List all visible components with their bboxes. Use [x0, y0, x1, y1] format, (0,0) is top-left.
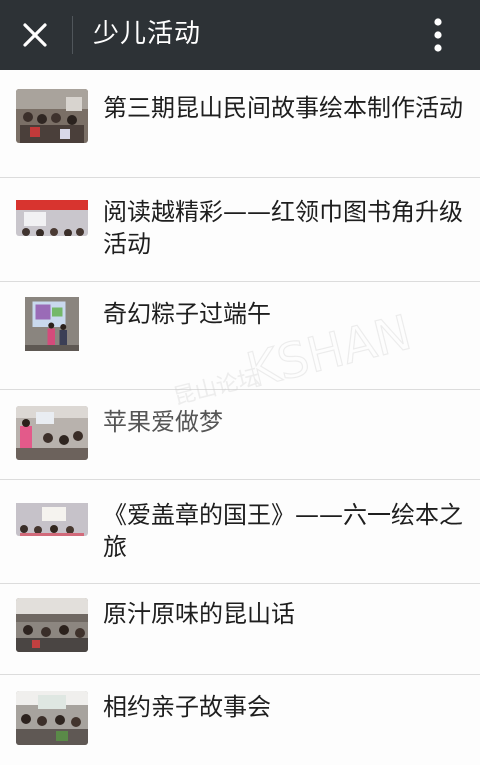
more-vertical-icon [434, 18, 442, 52]
list-item[interactable]: 第三期昆山民间故事绘本制作活动 [0, 70, 480, 178]
list-item[interactable]: 阅读越精彩——红领巾图书角升级活动 [0, 178, 480, 282]
list-item[interactable]: 相约亲子故事会 [0, 675, 480, 765]
item-title: 苹果爱做梦 [103, 408, 223, 436]
page-title: 少儿活动 [93, 19, 202, 49]
item-title: 第三期昆山民间故事绘本制作活动 [103, 94, 463, 122]
activity-thumbnail [16, 89, 88, 143]
item-title: 奇幻粽子过端午 [103, 300, 271, 328]
list-item[interactable]: 《爱盖章的国王》——六一绘本之旅 [0, 480, 480, 584]
list-item[interactable]: 苹果爱做梦 [0, 390, 480, 480]
item-title: 《爱盖章的国王》——六一绘本之旅 [103, 501, 463, 561]
top-bar: 少儿活动 [0, 0, 480, 70]
item-title: 相约亲子故事会 [103, 693, 271, 721]
title-divider [72, 16, 73, 54]
close-icon [23, 23, 47, 47]
activity-thumbnail [16, 194, 88, 236]
list-item[interactable]: 奇幻粽子过端午 [0, 282, 480, 390]
list-item[interactable]: 原汁原味的昆山话 [0, 584, 480, 675]
activity-thumbnail [16, 297, 88, 369]
item-title: 原汁原味的昆山话 [103, 600, 295, 628]
activity-list: 第三期昆山民间故事绘本制作活动 阅读越精彩——红领巾图书角升级活动 奇幻粽子过端… [0, 70, 480, 765]
activity-thumbnail [16, 496, 88, 536]
activity-thumbnail [16, 598, 88, 652]
close-button[interactable] [14, 14, 56, 56]
activity-thumbnail [16, 406, 88, 460]
more-menu-button[interactable] [420, 14, 456, 56]
item-title: 阅读越精彩——红领巾图书角升级活动 [103, 198, 463, 258]
activity-thumbnail [16, 691, 88, 745]
